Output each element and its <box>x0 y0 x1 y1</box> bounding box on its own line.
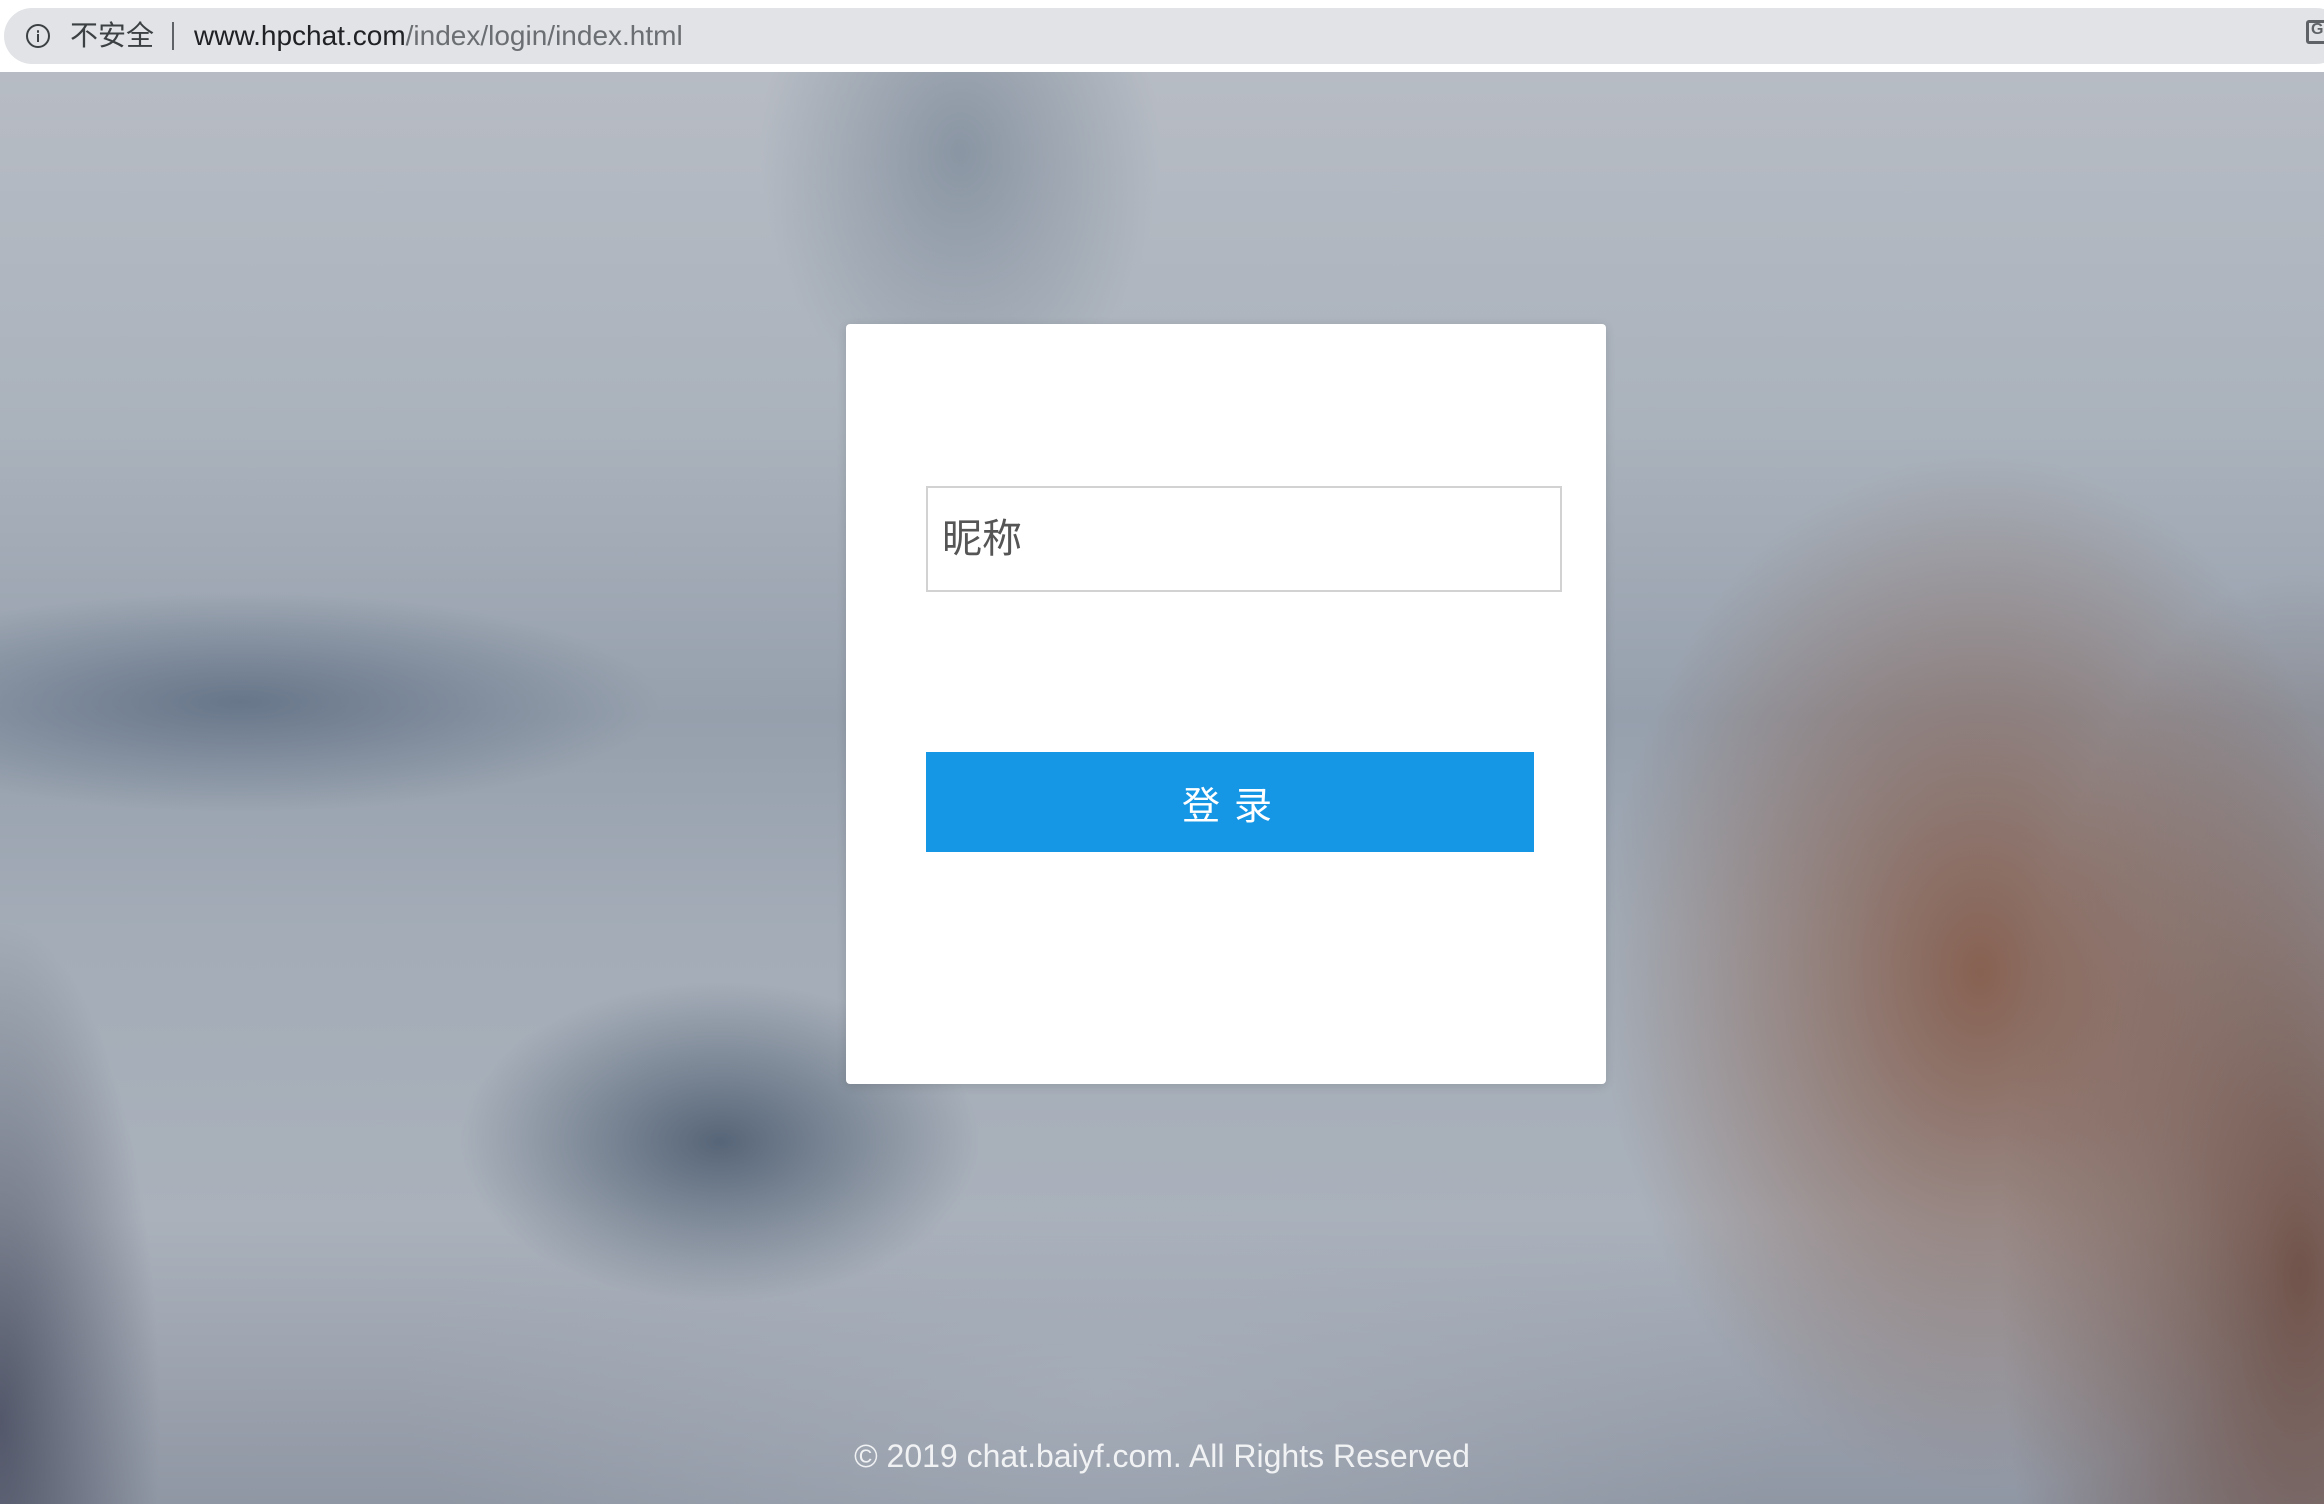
omnibox[interactable]: 不安全 www.hpchat.com/index/login/index.htm… <box>4 8 2324 64</box>
url-path: /index/login/index.html <box>405 20 683 51</box>
blurred-background: 登录 <box>0 72 2324 1504</box>
info-icon[interactable] <box>26 24 50 48</box>
security-status-label[interactable]: 不安全 <box>70 20 154 52</box>
url-text[interactable]: www.hpchat.com/index/login/index.html <box>194 20 683 52</box>
url-host: www.hpchat.com <box>194 20 406 51</box>
footer-copyright: © 2019 chat.baiyf.com. All Rights Reserv… <box>854 1438 1470 1474</box>
omnibox-divider <box>172 22 174 50</box>
login-card: 登录 <box>846 324 1606 1084</box>
nickname-input[interactable] <box>926 486 1562 592</box>
page: 不安全 www.hpchat.com/index/login/index.htm… <box>0 0 2324 1504</box>
browser-address-bar: 不安全 www.hpchat.com/index/login/index.htm… <box>0 0 2324 72</box>
google-translate-icon[interactable]: G <box>2306 20 2324 44</box>
login-button[interactable]: 登录 <box>926 752 1534 852</box>
